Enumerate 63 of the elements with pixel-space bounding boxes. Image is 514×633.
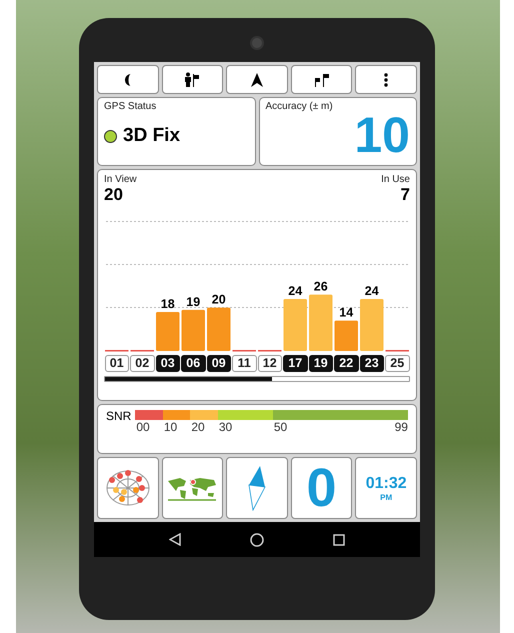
bar-value-label: 24 bbox=[288, 284, 302, 298]
satellite-id: 25 bbox=[385, 355, 410, 372]
more-vertical-icon bbox=[384, 72, 388, 86]
world-map-icon bbox=[166, 475, 218, 501]
signal-bar bbox=[309, 294, 332, 351]
sky-plot-icon bbox=[106, 470, 150, 506]
satellite-id: 01 bbox=[104, 355, 129, 372]
gps-status-label: GPS Status bbox=[104, 101, 158, 112]
satellite-id: 02 bbox=[130, 355, 154, 372]
satellite-id: 23 bbox=[360, 355, 384, 372]
in-view-label: In View bbox=[104, 174, 137, 185]
navigation-button[interactable] bbox=[226, 65, 288, 94]
signal-bar bbox=[207, 308, 230, 351]
back-icon[interactable] bbox=[168, 533, 181, 546]
signal-bar bbox=[182, 310, 205, 351]
fix-status: 3D Fix bbox=[123, 125, 180, 147]
in-use-count: 7 bbox=[400, 185, 410, 205]
bar-value-label: 24 bbox=[364, 284, 379, 298]
bar-value-label: 20 bbox=[212, 292, 226, 307]
in-use-label: In Use bbox=[381, 174, 410, 185]
navigation-arrow-icon bbox=[250, 72, 263, 86]
world-map-tile[interactable] bbox=[162, 457, 224, 519]
snr-label: SNR bbox=[106, 410, 132, 425]
flags-icon bbox=[314, 72, 330, 86]
bar-value-label: 14 bbox=[339, 306, 354, 320]
satellite-id: 03 bbox=[156, 355, 180, 372]
person-flag-button[interactable] bbox=[162, 65, 224, 94]
snr-tick-label: 99 bbox=[394, 420, 408, 434]
in-view-count: 20 bbox=[104, 185, 124, 205]
satellite-id: 06 bbox=[181, 355, 206, 372]
snr-tick-label: 00 bbox=[136, 420, 150, 434]
satellite-id: 12 bbox=[258, 355, 282, 372]
bar-value-label: 19 bbox=[186, 294, 200, 309]
satellite-id: 09 bbox=[206, 355, 231, 372]
recents-icon[interactable] bbox=[333, 534, 346, 546]
flags-button[interactable] bbox=[290, 65, 352, 94]
bar-value-label: 18 bbox=[160, 297, 175, 311]
sky-plot-tile[interactable] bbox=[97, 457, 159, 519]
snr-tick-label: 20 bbox=[191, 420, 205, 434]
accuracy-value: 10 bbox=[354, 110, 410, 160]
signal-bar bbox=[360, 299, 384, 351]
clock-tile[interactable]: 01:32 PM bbox=[355, 457, 417, 519]
moon-icon bbox=[122, 72, 133, 86]
signal-bar bbox=[156, 312, 180, 351]
camera-icon bbox=[250, 36, 264, 50]
compass-tile[interactable] bbox=[226, 457, 288, 519]
compass-needle-icon bbox=[248, 465, 266, 511]
speed-tile[interactable]: 0 bbox=[290, 457, 352, 519]
snr-tick-label: 30 bbox=[218, 420, 232, 434]
clock-time: 01:32 bbox=[366, 474, 407, 492]
person-flag-icon bbox=[184, 72, 200, 87]
home-icon[interactable] bbox=[250, 532, 264, 546]
satellite-id: 22 bbox=[334, 355, 358, 372]
accuracy-label: Accuracy (± m) bbox=[266, 101, 334, 112]
snr-tick-label: 10 bbox=[164, 420, 178, 434]
satellite-id: 19 bbox=[308, 355, 333, 372]
snr-tick-label: 50 bbox=[274, 420, 288, 434]
signal-bar bbox=[334, 320, 358, 351]
clock-period: PM bbox=[380, 492, 392, 502]
bar-value-label: 26 bbox=[314, 280, 328, 294]
satellite-id: 17 bbox=[283, 355, 308, 372]
satellite-id: 11 bbox=[232, 355, 256, 372]
signal-bar bbox=[284, 299, 307, 351]
